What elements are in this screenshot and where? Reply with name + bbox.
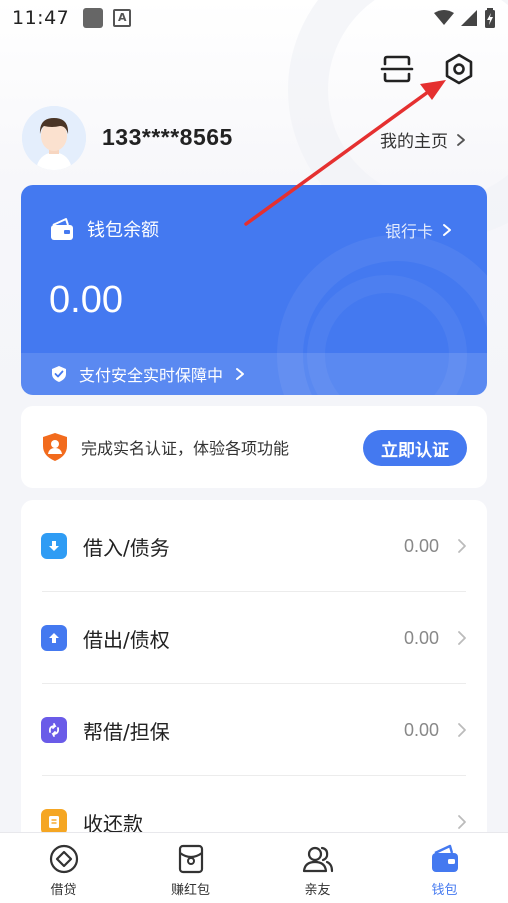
list-item-label: 帮借/担保 (83, 719, 170, 744)
nav-item-friends[interactable]: 亲友 (254, 833, 381, 903)
upload-icon (41, 625, 67, 651)
wallet-title-text: 钱包余额 (87, 220, 159, 241)
avatar-image (22, 106, 86, 170)
diamond-icon (49, 844, 78, 874)
nav-label: 亲友 (304, 883, 331, 898)
people-icon (302, 846, 333, 873)
status-time: 11:47 (12, 7, 70, 29)
chevron-right-icon (457, 133, 465, 146)
verify-text: 完成实名认证，体验各项功能 (81, 439, 290, 458)
chevron-right-icon (458, 815, 466, 829)
chevron-right-icon (443, 224, 451, 236)
nav-label: 钱包 (431, 883, 458, 898)
notification-icon (83, 8, 104, 28)
avatar[interactable] (22, 106, 86, 170)
scan-icon[interactable] (380, 52, 414, 86)
list-item-lent[interactable]: 借出/债权 0.00 (21, 592, 487, 684)
status-indicators (434, 8, 496, 28)
security-text: 支付安全实时保障中 (79, 366, 224, 385)
nav-item-loan[interactable]: 借贷 (0, 833, 127, 903)
my-homepage-label: 我的主页 (380, 132, 448, 152)
verify-user-shield-icon (43, 433, 67, 461)
wallet-balance-card[interactable]: 钱包余额 银行卡 0.00 支付安全实时保障中 (21, 185, 487, 395)
list-item-value: 0.00 (403, 719, 439, 740)
nav-label: 赚红包 (170, 883, 210, 898)
chevron-right-icon (458, 723, 466, 737)
battery-icon (485, 8, 495, 28)
wallet-balance-amount: 0.00 (49, 279, 123, 321)
bankcard-link[interactable]: 银行卡 (385, 218, 453, 242)
nav-label: 借贷 (50, 883, 77, 898)
my-homepage-link[interactable]: 我的主页 (380, 127, 468, 152)
list-item-label: 借出/债权 (83, 627, 170, 652)
bankcard-label: 银行卡 (384, 222, 433, 241)
wallet-icon (431, 844, 458, 872)
shield-check-icon (52, 366, 66, 382)
wifi-icon (434, 10, 454, 25)
a-badge-icon: A (113, 9, 132, 27)
verify-now-button[interactable]: 立即认证 (363, 430, 467, 466)
list-item-value: 0.00 (403, 627, 439, 648)
download-icon (41, 533, 67, 559)
user-phone: 133****8565 (102, 124, 233, 150)
list-item-borrowed[interactable]: 借入/债务 0.00 (21, 500, 487, 592)
chevron-right-icon (458, 539, 466, 553)
exchange-icon (41, 717, 67, 743)
settings-icon[interactable] (442, 52, 476, 86)
payment-security-bar[interactable]: 支付安全实时保障中 (21, 353, 487, 395)
signal-icon (461, 10, 477, 26)
nav-item-red-packet[interactable]: 赚红包 (127, 833, 254, 903)
red-packet-icon (178, 844, 203, 874)
chevron-right-icon (458, 631, 466, 645)
wallet-small-icon (51, 218, 73, 240)
wallet-screen: 11:47 A 133****8565 我的主页 钱包余额 银行卡 0.00 支… (0, 0, 508, 903)
nav-item-wallet[interactable]: 钱包 (381, 833, 508, 903)
list-item-guarantee[interactable]: 帮借/担保 0.00 (21, 684, 487, 776)
bottom-nav: 借贷 赚红包 亲友 钱包 (0, 832, 508, 903)
status-bar: 11:47 A (0, 0, 508, 36)
list-item-label: 借入/债务 (83, 535, 170, 560)
list-item-value: 0.00 (403, 535, 439, 556)
wallet-title: 钱包余额 (49, 216, 159, 242)
chevron-right-icon (236, 368, 245, 380)
real-name-verify-card: 完成实名认证，体验各项功能 立即认证 (21, 406, 487, 488)
